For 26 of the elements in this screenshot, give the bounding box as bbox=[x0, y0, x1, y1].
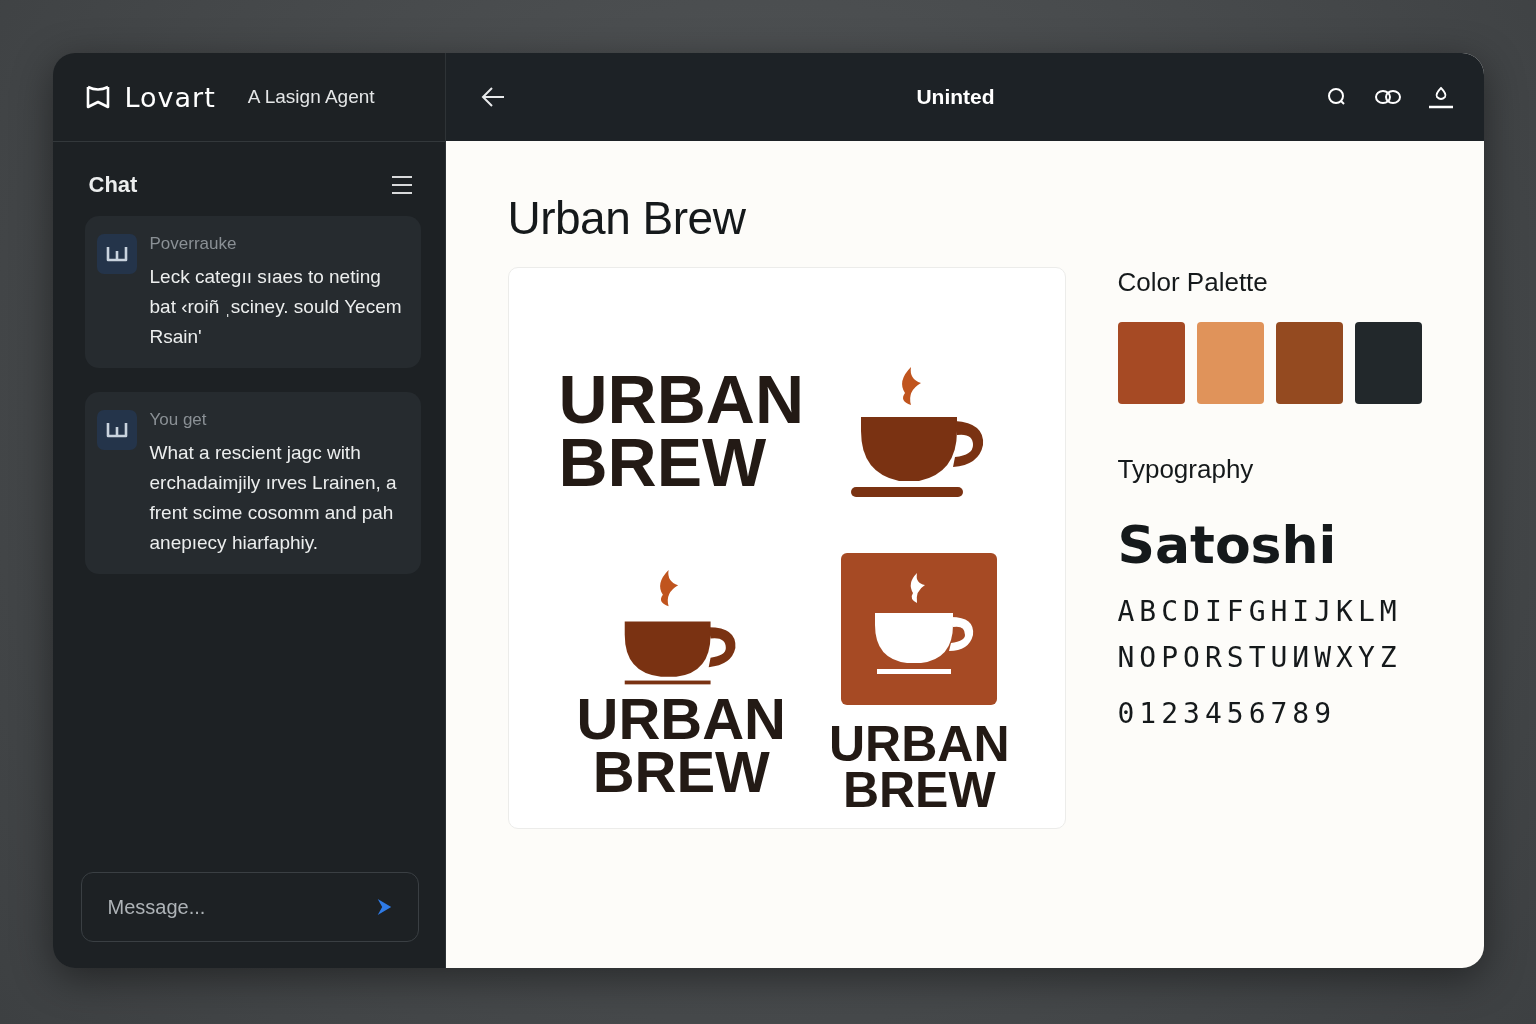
document-title: Uninted bbox=[915, 85, 996, 109]
logo-icon bbox=[84, 84, 111, 110]
wordmark: URBAN BREW bbox=[558, 367, 805, 494]
message-text: What a rescient jagc with erchadaimjily ırves Lrainen, a frent scime cosomm and pah anepıecy hiarfaphiy. bbox=[149, 441, 398, 555]
wordmark: URBAN BREW bbox=[829, 721, 1010, 813]
message-author: You get bbox=[149, 410, 208, 430]
menu-icon[interactable] bbox=[390, 175, 413, 195]
message-field[interactable]: Message... bbox=[80, 872, 419, 942]
link-icon[interactable] bbox=[1373, 88, 1402, 106]
font-name: Satoshi bbox=[1117, 515, 1338, 575]
agent-avatar-icon bbox=[96, 410, 137, 450]
brand-tagline: A Lasign Agent bbox=[247, 86, 375, 108]
glyph-sample: ABCDIFGHIJKLM bbox=[1117, 594, 1403, 630]
section-heading: Typography bbox=[1117, 454, 1255, 485]
chat-title: Chat bbox=[88, 172, 138, 198]
glyph-sample: 0123456789 bbox=[1117, 696, 1338, 732]
brand-name: Lovart bbox=[124, 81, 216, 113]
project-heading: Urban Brew bbox=[507, 191, 747, 245]
back-arrow-icon[interactable] bbox=[479, 86, 506, 108]
coffee-badge-icon bbox=[841, 553, 998, 705]
wordmark: URBAN BREW bbox=[576, 691, 786, 799]
message-text: Leck categıı sıaes to neting bat ‹roiñ ˌsciney. sould Yecem Rsain' bbox=[149, 265, 403, 349]
message-author: Poverrauke bbox=[149, 234, 238, 254]
glyph-sample: NOPORSTUИWXYZ bbox=[1117, 640, 1403, 676]
agent-avatar-icon bbox=[96, 234, 137, 274]
section-heading: Color Palette bbox=[1117, 267, 1269, 298]
